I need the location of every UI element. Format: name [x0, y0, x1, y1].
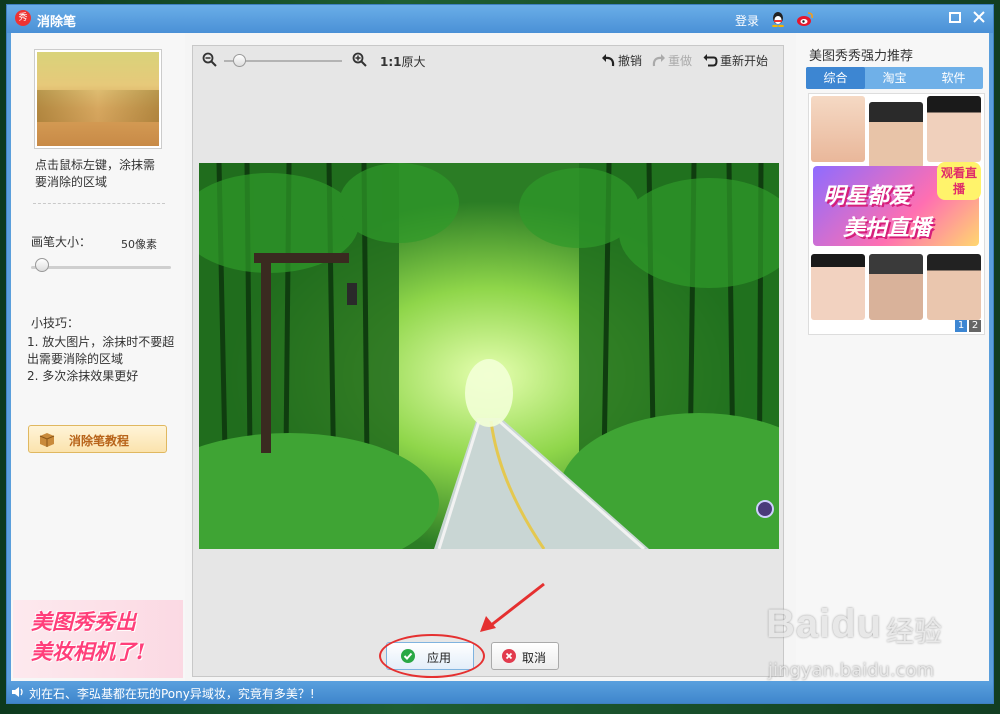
redo-icon [652, 54, 665, 67]
right-panel: 美图秀秀强力推荐 综合 淘宝 软件 明星都爱 美拍直播 观看直播 1 2 [796, 33, 989, 681]
news-ticker-link[interactable]: 刘在石、李弘基都在玩的Pony异域妆，究竟有多美？! [29, 685, 315, 702]
left-panel: 点击鼠标左键，涂抹需要消除的区域 画笔大小： 50像素 小技巧： 1. 放大图片… [11, 33, 185, 681]
app-logo-icon: 秀 [15, 10, 31, 26]
avatar [927, 254, 981, 320]
zoom-in-icon[interactable] [352, 52, 367, 67]
background-edge [994, 70, 1000, 300]
live-banner: 明星都爱 美拍直播 观看直播 [813, 162, 981, 246]
ad-line: 美图秀秀出 [31, 609, 136, 634]
eraser-tutorial-label: 消除笔教程 [69, 434, 130, 448]
avatar [869, 102, 923, 168]
speaker-icon [12, 687, 23, 697]
zoom-out-icon[interactable] [202, 52, 217, 67]
editor-toolbar: 1:1原大 撤销 重做 重新开始 [193, 46, 783, 76]
editor-panel: 1:1原大 撤销 重做 重新开始 应用 取消 [192, 45, 784, 678]
undo-button[interactable]: 撤销 [601, 52, 645, 70]
watch-live-badge: 观看直播 [937, 162, 981, 200]
avatar [869, 254, 923, 320]
box-icon [39, 433, 55, 447]
tab-taobao[interactable]: 淘宝 [865, 67, 924, 89]
avatar [811, 254, 865, 320]
maximize-button[interactable] [949, 12, 961, 23]
cancel-button[interactable]: 取消 [491, 642, 559, 670]
actual-size-button[interactable]: 1:1原大 [380, 53, 426, 70]
preview-thumbnail [34, 49, 162, 149]
brush-size-value: 50像素 [121, 238, 157, 251]
avatar [927, 96, 981, 162]
brush-cursor [756, 500, 774, 518]
annotation-arrow [480, 582, 545, 632]
brush-size-label: 画笔大小： [31, 235, 92, 249]
tip-item: 2. 多次涂抹效果更好 [27, 369, 139, 383]
image-canvas[interactable] [199, 163, 779, 549]
status-bar: 刘在石、李弘基都在玩的Pony异域妆，究竟有多美？! [7, 681, 993, 703]
ad-page-2[interactable]: 2 [969, 320, 981, 332]
eraser-tutorial-button[interactable]: 消除笔教程 [28, 425, 167, 453]
cancel-label: 取消 [522, 651, 547, 665]
recommend-tabs: 综合 淘宝 软件 [806, 67, 983, 89]
bamboo-road-photo [199, 163, 779, 549]
ad-line: 美拍直播 [843, 216, 932, 241]
cancel-icon [502, 649, 516, 663]
avatar [811, 96, 865, 162]
title-bar: 秀 消除笔 登录 [7, 5, 993, 33]
tips-title: 小技巧： [31, 316, 80, 330]
restart-button[interactable]: 重新开始 [703, 52, 775, 70]
check-icon [401, 649, 415, 663]
window-title: 消除笔 [37, 15, 77, 30]
tab-general[interactable]: 综合 [806, 67, 865, 89]
apply-button[interactable]: 应用 [386, 642, 474, 670]
recommend-title: 美图秀秀强力推荐 [809, 49, 914, 64]
ad-page-1[interactable]: 1 [955, 320, 967, 332]
ratio-value: 1:1 [380, 55, 402, 69]
tab-software[interactable]: 软件 [924, 67, 983, 89]
usage-hint: 点击鼠标左键，涂抹需要消除的区域 [35, 158, 156, 189]
redo-label: 重做 [668, 54, 693, 68]
undo-label: 撤销 [618, 54, 643, 68]
zoom-slider-handle[interactable] [233, 54, 247, 67]
close-button[interactable] [971, 9, 987, 25]
login-link[interactable]: 登录 [735, 12, 759, 29]
brush-size-slider[interactable] [31, 266, 171, 269]
undo-icon [602, 54, 615, 67]
qq-icon[interactable] [771, 11, 785, 27]
weibo-icon[interactable] [796, 11, 814, 27]
brush-size-slider-handle[interactable] [35, 258, 49, 272]
redo-button[interactable]: 重做 [651, 52, 695, 70]
apply-label: 应用 [427, 651, 452, 665]
app-window: 秀 消除笔 登录 点击鼠标左键，涂抹需要消除的区域 画笔大小： 50像素 小技巧… [6, 4, 994, 704]
restart-icon [703, 54, 718, 67]
meitu-camera-ad[interactable]: 美图秀秀出 美妆相机了! [13, 600, 183, 678]
tip-item: 1. 放大图片，涂抹时不要超出需要消除的区域 [27, 335, 175, 366]
ad-line: 明星都爱 [823, 184, 912, 209]
ad-line: 美妆相机了! [31, 639, 146, 664]
divider [33, 203, 165, 204]
ratio-label: 原大 [401, 55, 426, 69]
live-stream-ad[interactable]: 明星都爱 美拍直播 观看直播 1 2 [808, 93, 985, 335]
main-area: 点击鼠标左键，涂抹需要消除的区域 画笔大小： 50像素 小技巧： 1. 放大图片… [11, 33, 989, 681]
restart-label: 重新开始 [720, 54, 769, 68]
